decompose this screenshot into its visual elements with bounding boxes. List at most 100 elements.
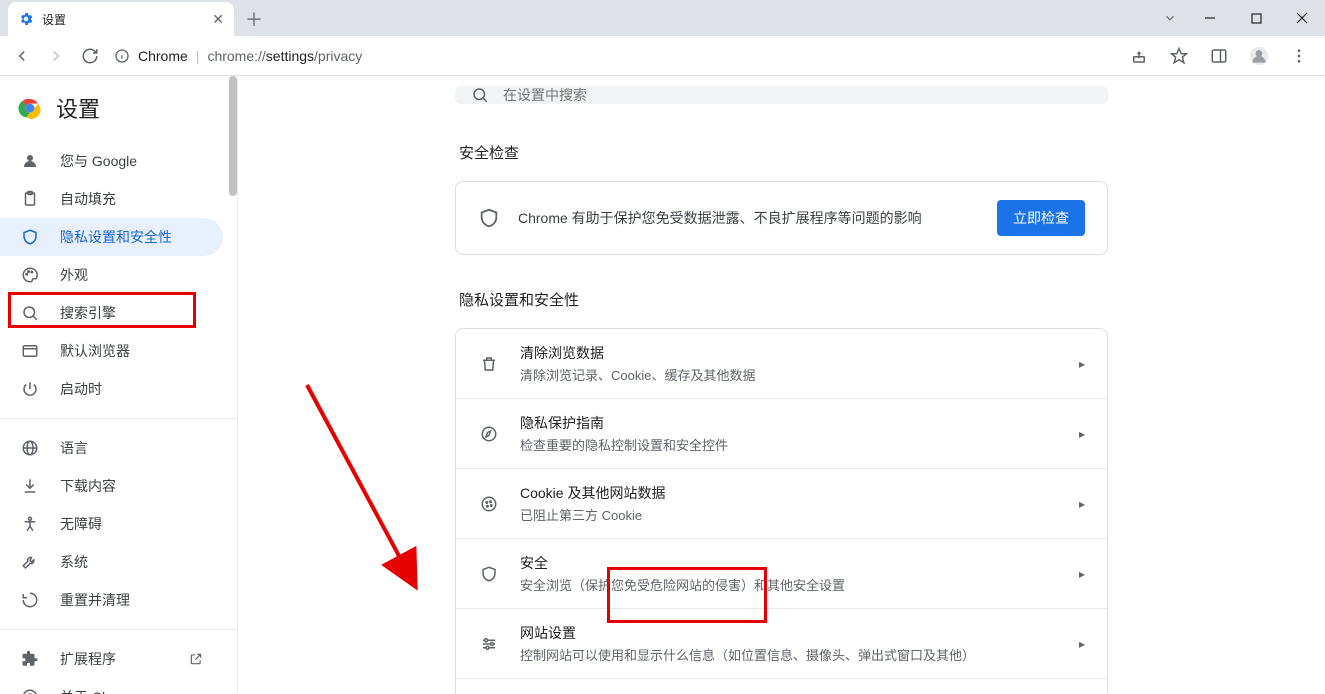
- omnibox[interactable]: Chrome | chrome://settings/privacy: [114, 48, 362, 64]
- sidebar-item-system[interactable]: 系统: [0, 543, 223, 581]
- safety-check-card: Chrome 有助于保护您免受数据泄露、不良扩展程序等问题的影响 立即检查: [455, 181, 1108, 255]
- row-sub: 安全浏览（保护您免受危险网站的侵害）和其他安全设置: [520, 575, 1059, 594]
- sidebar-item-autofill[interactable]: 自动填充: [0, 180, 223, 218]
- sidebar-item-label: 启动时: [60, 379, 102, 399]
- restore-icon: [20, 591, 40, 609]
- sidebar-item-label: 语言: [60, 438, 88, 458]
- sidebar-item-privacy[interactable]: 隐私设置和安全性: [0, 218, 223, 256]
- row-security[interactable]: 安全安全浏览（保护您免受危险网站的侵害）和其他安全设置 ▸: [456, 538, 1107, 608]
- sidebar-item-you-and-google[interactable]: 您与 Google: [0, 142, 223, 180]
- sidebar-item-label: 外观: [60, 265, 88, 285]
- window-minimize-button[interactable]: [1187, 0, 1233, 36]
- sidebar-item-on-startup[interactable]: 启动时: [0, 370, 223, 408]
- omnibox-sep: |: [196, 48, 200, 64]
- tab-close-icon[interactable]: ✕: [212, 11, 224, 28]
- compass-icon: [478, 425, 500, 443]
- window-maximize-button[interactable]: [1233, 0, 1279, 36]
- sidebar-item-label: 下载内容: [60, 476, 116, 496]
- download-icon: [20, 477, 40, 495]
- row-clear-data[interactable]: 清除浏览数据清除浏览记录、Cookie、缓存及其他数据 ▸: [456, 329, 1107, 398]
- window-close-button[interactable]: [1279, 0, 1325, 36]
- settings-search[interactable]: [455, 86, 1108, 104]
- settings-app: 设置 您与 Google 自动填充 隐私设置和安全性 外观 搜索引擎 默认浏览器…: [0, 76, 1325, 694]
- side-panel-icon[interactable]: [1205, 42, 1233, 70]
- sidebar-item-extensions[interactable]: 扩展程序: [0, 640, 223, 678]
- sidebar-item-languages[interactable]: 语言: [0, 429, 223, 467]
- annotation-arrow: [302, 380, 432, 600]
- nav-back-button[interactable]: [8, 42, 36, 70]
- chevron-right-icon: ▸: [1079, 637, 1085, 651]
- accessibility-icon: [20, 515, 40, 533]
- brand-title: 设置: [56, 92, 100, 124]
- omnibox-chip: Chrome: [138, 48, 188, 64]
- sidebar-item-label: 无障碍: [60, 514, 102, 534]
- safety-check-text: Chrome 有助于保护您免受数据泄露、不良扩展程序等问题的影响: [518, 208, 979, 228]
- privacy-list-card: 清除浏览数据清除浏览记录、Cookie、缓存及其他数据 ▸ 隐私保护指南检查重要…: [455, 328, 1108, 694]
- section-title-privacy: 隐私设置和安全性: [459, 289, 1108, 310]
- titlebar: 设置 ✕ ＋: [0, 0, 1325, 36]
- new-tab-button[interactable]: ＋: [240, 5, 268, 33]
- section-title-safety: 安全检查: [459, 142, 1108, 163]
- sidebar-item-reset[interactable]: 重置并清理: [0, 581, 223, 619]
- sidebar-item-about[interactable]: 关于 Chrome: [0, 678, 223, 694]
- nav-forward-button[interactable]: [42, 42, 70, 70]
- share-icon[interactable]: [1125, 42, 1153, 70]
- sidebar-item-appearance[interactable]: 外观: [0, 256, 223, 294]
- kebab-menu-icon[interactable]: [1285, 42, 1313, 70]
- bookmark-star-icon[interactable]: [1165, 42, 1193, 70]
- profile-avatar-icon[interactable]: [1245, 42, 1273, 70]
- row-title: 清除浏览数据: [520, 343, 1059, 363]
- shield-icon: [478, 207, 500, 229]
- tab-title: 设置: [42, 11, 204, 28]
- chrome-logo-icon: [18, 96, 42, 120]
- sidebar-separator: [0, 418, 237, 419]
- person-icon: [20, 152, 40, 170]
- settings-search-input[interactable]: [503, 87, 1092, 103]
- main-panel: 安全检查 Chrome 有助于保护您免受数据泄露、不良扩展程序等问题的影响 立即…: [238, 76, 1325, 694]
- shield-icon: [478, 565, 500, 583]
- sidebar-item-label: 默认浏览器: [60, 341, 130, 361]
- row-title: Cookie 及其他网站数据: [520, 483, 1059, 503]
- search-icon: [20, 304, 40, 322]
- puzzle-icon: [20, 650, 40, 668]
- sidebar-item-label: 重置并清理: [60, 590, 130, 610]
- sidebar-scrollbar[interactable]: [229, 76, 237, 196]
- row-sub: 检查重要的隐私控制设置和安全控件: [520, 435, 1059, 454]
- palette-icon: [20, 266, 40, 284]
- row-site-settings[interactable]: 网站设置控制网站可以使用和显示什么信息（如位置信息、摄像头、弹出式窗口及其他） …: [456, 608, 1107, 678]
- sidebar-item-accessibility[interactable]: 无障碍: [0, 505, 223, 543]
- brand: 设置: [0, 86, 237, 142]
- globe-icon: [20, 439, 40, 457]
- cookie-icon: [478, 495, 500, 513]
- tabs-chevron-icon[interactable]: [1163, 0, 1177, 36]
- power-icon: [20, 380, 40, 398]
- site-info-icon[interactable]: [114, 48, 130, 64]
- row-privacy-guide[interactable]: 隐私保护指南检查重要的隐私控制设置和安全控件 ▸: [456, 398, 1107, 468]
- browser-icon: [20, 342, 40, 360]
- sidebar-item-label: 隐私设置和安全性: [60, 227, 172, 247]
- row-title: 安全: [520, 553, 1059, 573]
- sidebar-item-downloads[interactable]: 下载内容: [0, 467, 223, 505]
- sidebar-item-label: 系统: [60, 552, 88, 572]
- row-sub: 控制网站可以使用和显示什么信息（如位置信息、摄像头、弹出式窗口及其他）: [520, 645, 1059, 664]
- sidebar-item-default-browser[interactable]: 默认浏览器: [0, 332, 223, 370]
- nav-reload-button[interactable]: [76, 42, 104, 70]
- sidebar-item-label: 扩展程序: [60, 649, 116, 669]
- shield-icon: [20, 228, 40, 246]
- row-privacy-sandbox[interactable]: 隐私沙盒试用版功能已开启: [456, 678, 1107, 694]
- browser-tab[interactable]: 设置 ✕: [8, 2, 234, 36]
- external-link-icon: [189, 652, 203, 666]
- toolbar: Chrome | chrome://settings/privacy: [0, 36, 1325, 76]
- sidebar-item-search-engine[interactable]: 搜索引擎: [0, 294, 223, 332]
- gear-icon: [18, 11, 34, 27]
- sidebar-item-label: 搜索引擎: [60, 303, 116, 323]
- row-cookies[interactable]: Cookie 及其他网站数据已阻止第三方 Cookie ▸: [456, 468, 1107, 538]
- chrome-small-icon: [20, 688, 40, 694]
- window-controls: [1163, 0, 1325, 36]
- row-title: 隐私保护指南: [520, 413, 1059, 433]
- row-sub: 清除浏览记录、Cookie、缓存及其他数据: [520, 365, 1059, 384]
- chevron-right-icon: ▸: [1079, 497, 1085, 511]
- chevron-right-icon: ▸: [1079, 567, 1085, 581]
- trash-icon: [478, 355, 500, 373]
- run-safety-check-button[interactable]: 立即检查: [997, 200, 1085, 236]
